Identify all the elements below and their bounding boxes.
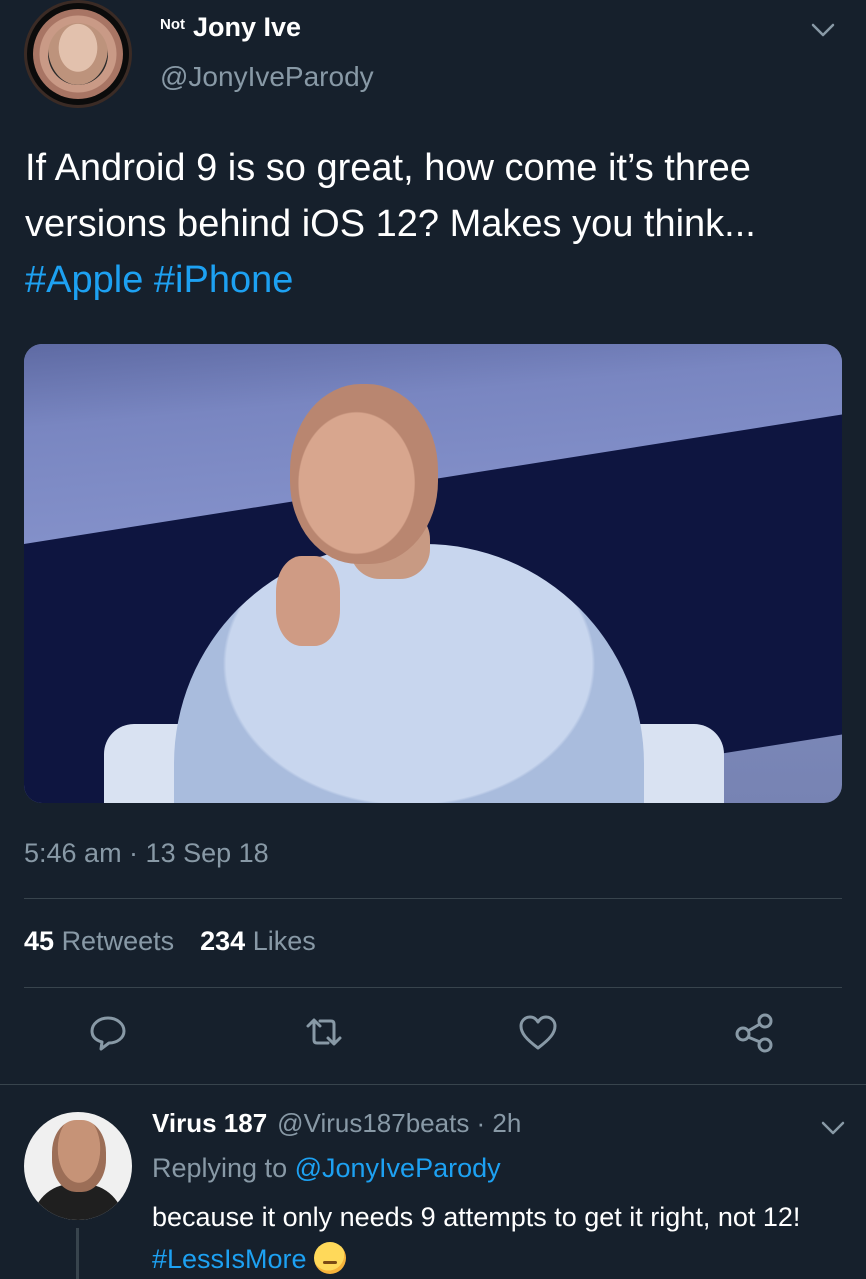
photo-person-hand: [276, 556, 340, 646]
replying-to-mention[interactable]: @JonyIveParody: [295, 1153, 501, 1183]
reply-avatar-face: [52, 1120, 106, 1192]
smirking-face-icon: [314, 1242, 347, 1274]
reply-icon: [90, 1016, 126, 1051]
retweets-count: 45: [24, 926, 55, 956]
hashtag-iphone[interactable]: #iPhone: [154, 259, 293, 301]
likes-label: Likes: [252, 926, 316, 956]
tweet-stats: 45 Retweets 234 Likes: [24, 926, 316, 957]
divider: [24, 898, 842, 899]
likes-count: 234: [200, 926, 246, 956]
like-icon: [519, 1015, 557, 1050]
retweets-label: Retweets: [61, 926, 175, 956]
retweet-icon: [306, 1018, 342, 1046]
retweet-button[interactable]: [302, 1010, 352, 1060]
reply-button[interactable]: [86, 1010, 136, 1060]
reply-display-name[interactable]: Virus 187: [152, 1108, 267, 1139]
photo-person-head: [290, 384, 438, 564]
retweets-stat[interactable]: 45 Retweets: [24, 926, 174, 957]
likes-stat[interactable]: 234 Likes: [200, 926, 316, 957]
avatar-face: [48, 23, 108, 85]
share-icon: [735, 1013, 773, 1053]
tweet-body: If Android 9 is so great, how come it’s …: [25, 147, 756, 245]
thread-divider: [0, 1084, 866, 1085]
tweet-detail-screen: Not Jony Ive @JonyIveParody If Android 9…: [0, 0, 866, 1279]
chevron-down-icon[interactable]: [820, 1120, 846, 1136]
reply-header: Virus 187 @Virus187beats · 2h: [152, 1108, 521, 1139]
author-name-line[interactable]: Not Jony Ive: [160, 12, 301, 43]
reply-handle-time[interactable]: @Virus187beats · 2h: [277, 1108, 521, 1139]
name-prefix: Not: [160, 16, 185, 33]
reply-author-avatar[interactable]: [24, 1112, 132, 1220]
author-avatar[interactable]: [24, 0, 132, 108]
tweet-media-photo[interactable]: [24, 344, 842, 803]
thread-connector-line: [76, 1228, 79, 1279]
tweet-header: Not Jony Ive @JonyIveParody: [24, 0, 844, 110]
reply-text: because it only needs 9 attempts to get …: [152, 1196, 842, 1279]
like-button[interactable]: [516, 1010, 566, 1060]
author-handle[interactable]: @JonyIveParody: [160, 61, 374, 93]
tweet-timestamp: 5:46 am · 13 Sep 18: [24, 838, 269, 868]
replying-to: Replying to @JonyIveParody: [152, 1153, 501, 1184]
replying-to-label: Replying to: [152, 1153, 288, 1183]
divider: [24, 987, 842, 988]
reply-body: because it only needs 9 attempts to get …: [152, 1202, 801, 1232]
share-button[interactable]: [732, 1010, 782, 1060]
author-display-name[interactable]: Jony Ive: [193, 12, 301, 43]
hashtag-lessismore[interactable]: #LessIsMore: [152, 1244, 307, 1274]
chevron-down-icon[interactable]: [810, 22, 836, 38]
tweet-text: If Android 9 is so great, how come it’s …: [25, 140, 835, 308]
hashtag-apple[interactable]: #Apple: [25, 259, 143, 301]
tweet-actions: [0, 1010, 866, 1066]
